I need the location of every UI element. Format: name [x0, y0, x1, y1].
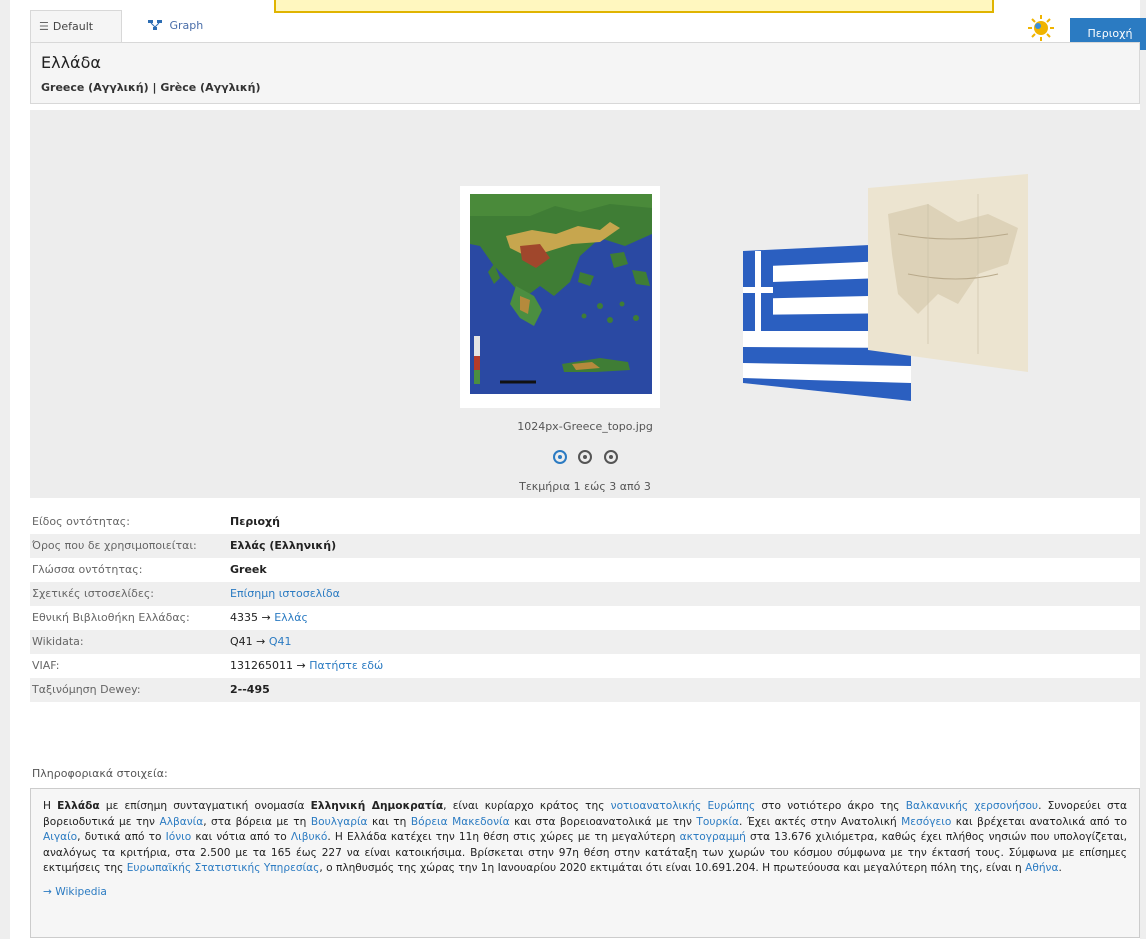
info-value: Q41 → Q41: [230, 630, 292, 654]
alt-name-english: Greece (Αγγλική): [41, 81, 149, 94]
info-label: Wikidata:: [32, 635, 84, 648]
graph-icon: [148, 19, 166, 32]
national-library-link[interactable]: Ελλάς: [274, 611, 308, 624]
desc-bold: Ελλάδα: [57, 800, 100, 812]
view-tabs: ☰ Default Graph Περιοχή: [30, 10, 1146, 50]
desc-link[interactable]: Βουλγαρία: [311, 816, 368, 828]
info-row-websites: Σχετικές ιστοσελίδες: Επίσημη ιστοσελίδα: [30, 582, 1140, 606]
official-site-link[interactable]: Επίσημη ιστοσελίδα: [230, 587, 340, 600]
desc-link[interactable]: Αιγαίο: [43, 831, 77, 843]
desc-text: . Έχει ακτές στην Ανατολική: [739, 815, 902, 828]
info-value: Greek: [230, 563, 267, 576]
desc-bold: Ελληνική Δημοκρατία: [310, 800, 444, 812]
gallery-dot-1[interactable]: [552, 450, 567, 464]
desc-link[interactable]: Βόρεια Μακεδονία: [411, 816, 510, 828]
info-table: Είδος οντότητας: Περιοχή Όρος που δε χρη…: [30, 510, 1140, 702]
desc-text: και στα βορειοανατολικά με την: [509, 815, 697, 828]
wikidata-link[interactable]: Q41: [269, 635, 292, 648]
info-row-dewey: Ταξινόμηση Dewey: 2--495: [30, 678, 1140, 702]
tab-graph[interactable]: Graph: [140, 10, 230, 42]
info-label: Σχετικές ιστοσελίδες:: [32, 587, 155, 600]
desc-text: και τη: [367, 815, 411, 828]
info-value: 2--495: [230, 683, 270, 696]
desc-text: . Η Ελλάδα κατέχει την 11η θέση στις χώρ…: [327, 831, 680, 843]
info-id: 131265011 →: [230, 659, 310, 672]
desc-link[interactable]: Ευρωπαϊκής Στατιστικής Υπηρεσίας: [127, 862, 320, 874]
wikipedia-link[interactable]: → Wikipedia: [43, 885, 1127, 901]
desc-link[interactable]: Βαλκανικής χερσονήσου: [906, 800, 1038, 812]
list-icon: ☰: [39, 20, 49, 33]
info-value: Ελλάς (Ελληνική): [230, 539, 337, 552]
info-row-unused-term: Όρος που δε χρησιμοποιείται: Ελλάς (Ελλη…: [30, 534, 1140, 558]
alt-name-separator: |: [148, 81, 161, 94]
info-label: Γλώσσα οντότητας:: [32, 563, 143, 576]
left-gutter: [0, 0, 10, 939]
image-caption: 1024px-Greece_topo.jpg: [517, 420, 653, 433]
info-label: Ταξινόμηση Dewey:: [32, 683, 141, 696]
info-value: 4335 → Ελλάς: [230, 606, 308, 630]
info-row-wikidata: Wikidata: Q41 → Q41: [30, 630, 1140, 654]
info-row-viaf: VIAF: 131265011 → Πατήστε εδώ: [30, 654, 1140, 678]
tab-graph-label: Graph: [169, 19, 204, 32]
info-label: Εθνική Βιβλιοθήκη Ελλάδας:: [32, 611, 190, 624]
desc-link[interactable]: Μεσόγειο: [901, 816, 951, 828]
tab-default[interactable]: ☰ Default: [30, 10, 122, 42]
info-label: Είδος οντότητας:: [32, 515, 130, 528]
page-title: Ελλάδα: [41, 53, 101, 72]
info-label: Όρος που δε χρησιμοποιείται:: [32, 539, 197, 552]
desc-text: , στα βόρεια με τη: [203, 815, 311, 828]
desc-text: στο νοτιότερο άκρο της: [755, 800, 906, 812]
gallery-dot-2[interactable]: [578, 450, 592, 464]
viaf-link[interactable]: Πατήστε εδώ: [309, 659, 383, 672]
desc-text: και βρέχεται ανατολικά από το: [951, 815, 1127, 828]
desc-text: , δυτικά από το: [77, 831, 166, 843]
desc-text: με επίσημη συνταγματική ονομασία: [99, 800, 311, 812]
info-id: 4335 →: [230, 611, 275, 624]
desc-link[interactable]: Αλβανία: [159, 816, 203, 828]
gallery-counter: Τεκμήρια 1 εώς 3 από 3: [519, 480, 651, 493]
tab-default-label: Default: [52, 20, 94, 33]
description-box: Η Ελλάδα με επίσημη συνταγματική ονομασί…: [30, 788, 1140, 938]
info-value: Επίσημη ιστοσελίδα: [230, 582, 340, 606]
desc-text: , είναι κυρίαρχο κράτος της: [443, 800, 611, 812]
entity-header: Ελλάδα Greece (Αγγλική) | Grèce (Αγγλική…: [30, 42, 1140, 104]
gallery-pagination: [30, 450, 1140, 467]
sun-icon[interactable]: [1027, 14, 1055, 42]
desc-link[interactable]: Λιβυκό: [291, 831, 327, 843]
image-gallery: 1024px-Greece_topo.jpg Τεκμήρια 1 εώς 3 …: [30, 110, 1140, 498]
historical-map-image[interactable]: [868, 174, 1028, 372]
alt-name-french: Grèce (Αγγλική): [160, 81, 261, 94]
info-row-national-library: Εθνική Βιβλιοθήκη Ελλάδας: 4335 → Ελλάς: [30, 606, 1140, 630]
info-row-language: Γλώσσα οντότητας: Greek: [30, 558, 1140, 582]
desc-link[interactable]: Τουρκία: [696, 816, 739, 828]
desc-text: Η: [43, 800, 58, 812]
alt-names: Greece (Αγγλική) | Grèce (Αγγλική): [41, 81, 261, 94]
main-content: ☰ Default Graph Περιοχή Ελλάδα Greece (Α…: [20, 0, 1146, 939]
topographic-map-image[interactable]: [460, 186, 660, 408]
info-id: Q41 →: [230, 635, 269, 648]
desc-text: , ο πληθυσμός της χώρας την 1η Ιανουαρίο…: [319, 862, 1026, 874]
scrollbar[interactable]: [1140, 0, 1146, 939]
desc-link[interactable]: Ιόνιο: [166, 831, 192, 843]
desc-link[interactable]: Αθήνα: [1025, 862, 1058, 874]
desc-text: .: [1058, 862, 1062, 874]
desc-link[interactable]: ακτογραμμή: [680, 831, 746, 843]
info-value: 131265011 → Πατήστε εδώ: [230, 654, 383, 678]
info-label: VIAF:: [32, 659, 60, 672]
desc-link[interactable]: νοτιοανατολικής Ευρώπης: [611, 800, 756, 812]
info-value: Περιοχή: [230, 515, 280, 528]
desc-text: και νότια από το: [191, 831, 291, 843]
info-row-type: Είδος οντότητας: Περιοχή: [30, 510, 1140, 534]
gallery-dot-3[interactable]: [603, 450, 618, 464]
info-section-label: Πληροφοριακά στοιχεία:: [32, 767, 168, 780]
